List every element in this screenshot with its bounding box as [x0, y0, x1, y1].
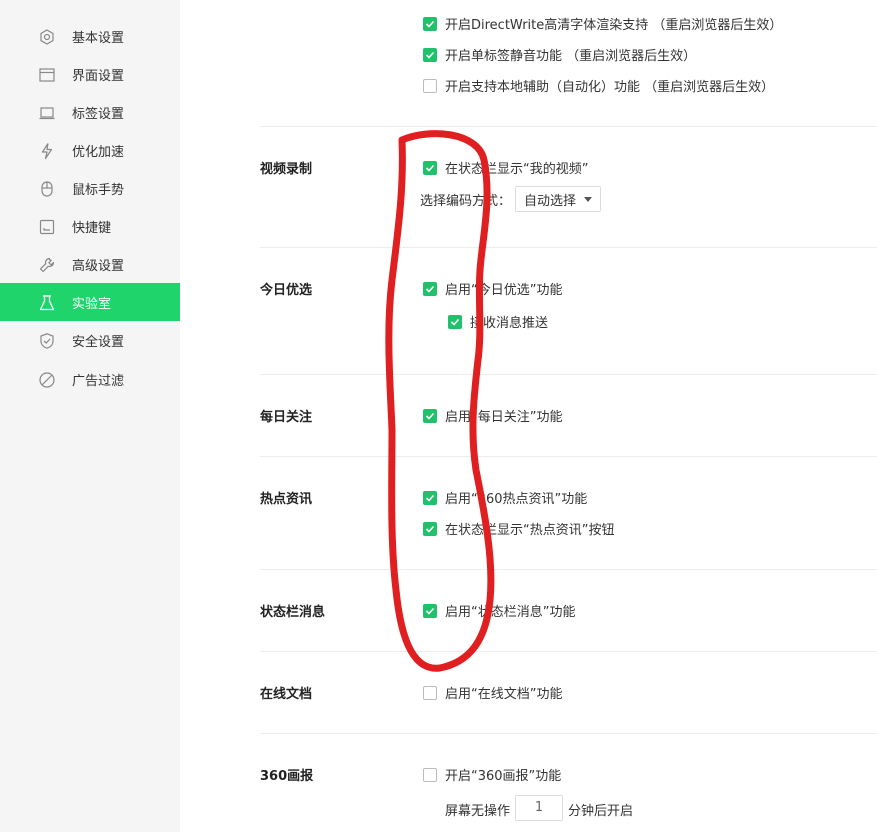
sidebar-item-shortcuts[interactable]: 快捷键	[0, 207, 180, 245]
sidebar-item-basic[interactable]: 基本设置	[0, 17, 180, 55]
section-divider	[260, 247, 877, 248]
section-divider	[260, 651, 877, 652]
section-divider	[260, 374, 877, 375]
docs-enable-checkbox[interactable]: 启用“在线文档”功能	[423, 683, 562, 702]
checkbox-checked-icon[interactable]	[448, 314, 462, 329]
directwrite-checkbox[interactable]: 开启DirectWrite高清字体渲染支持 （重启浏览器后生效）	[423, 14, 782, 33]
hot-enable-checkbox[interactable]: 启用“360热点资讯”功能	[423, 488, 587, 507]
section-title-today: 今日优选	[260, 283, 313, 298]
today-push-checkbox[interactable]: 接收消息推送	[448, 312, 548, 331]
section-title-hot: 热点资讯	[260, 492, 313, 507]
section-title-video: 视频录制	[260, 162, 313, 177]
today-enable-checkbox[interactable]: 启用“今日优选”功能	[423, 279, 562, 298]
section-divider	[260, 126, 877, 127]
checkbox-checked-icon[interactable]	[423, 160, 437, 175]
hot-statusbar-checkbox[interactable]: 在状态栏显示“热点资讯”按钮	[423, 519, 614, 538]
checkbox-checked-icon[interactable]	[423, 603, 437, 618]
block-icon	[38, 371, 56, 389]
idle-minutes-input[interactable]: 1	[515, 795, 563, 821]
video-statusbar-checkbox[interactable]: 在状态栏显示“我的视频”	[423, 158, 588, 177]
checkbox-checked-icon[interactable]	[423, 521, 437, 536]
sidebar-item-ui[interactable]: 界面设置	[0, 55, 180, 93]
section-title-status: 状态栏消息	[260, 605, 326, 620]
settings-sidebar: 基本设置 界面设置 标签设置 优化加速 鼠标手势 快捷键 高级设置 实验室 安全…	[0, 0, 180, 832]
sidebar-item-mouse[interactable]: 鼠标手势	[0, 169, 180, 207]
checkbox-checked-icon[interactable]	[423, 16, 437, 31]
section-divider	[260, 456, 877, 457]
daily-enable-checkbox[interactable]: 启用“每日关注”功能	[423, 406, 562, 425]
idle-prefix-label: 屏幕无操作	[445, 804, 511, 819]
shield-icon	[38, 332, 56, 350]
checkbox-checked-icon[interactable]	[423, 47, 437, 62]
sidebar-item-advanced[interactable]: 高级设置	[0, 245, 180, 283]
idle-suffix-label: 分钟后开启	[568, 804, 634, 819]
settings-content: 开启DirectWrite高清字体渲染支持 （重启浏览器后生效） 开启单标签静音…	[180, 0, 877, 832]
sidebar-item-tabs[interactable]: 标签设置	[0, 93, 180, 131]
chevron-down-icon	[584, 196, 593, 202]
section-divider	[260, 569, 877, 570]
checkbox-checked-icon[interactable]	[423, 490, 437, 505]
sidebar-item-optimize[interactable]: 优化加速	[0, 131, 180, 169]
keyboard-icon	[38, 218, 56, 236]
encode-label: 选择编码方式：	[420, 194, 512, 209]
section-title-pictorial: 360画报	[260, 769, 314, 784]
flask-icon	[38, 294, 56, 312]
sidebar-item-adblock[interactable]: 广告过滤	[0, 360, 180, 398]
sidebar-item-lab[interactable]: 实验室	[0, 283, 180, 321]
checkbox-checked-icon[interactable]	[423, 281, 437, 296]
lightning-icon	[38, 142, 56, 160]
checkbox-unchecked-icon[interactable]	[423, 767, 437, 782]
sidebar-item-security[interactable]: 安全设置	[0, 321, 180, 359]
checkbox-checked-icon[interactable]	[423, 408, 437, 423]
checkbox-unchecked-icon[interactable]	[423, 78, 437, 93]
wrench-icon	[38, 256, 56, 274]
encode-select[interactable]: 自动选择	[515, 186, 602, 212]
window-icon	[38, 66, 56, 84]
mouse-icon	[38, 180, 56, 198]
tab-mute-checkbox[interactable]: 开启单标签静音功能 （重启浏览器后生效）	[423, 45, 696, 64]
pictorial-enable-checkbox[interactable]: 开启“360画报”功能	[423, 765, 561, 784]
local-automation-checkbox[interactable]: 开启支持本地辅助（自动化）功能 （重启浏览器后生效）	[423, 76, 774, 95]
section-title-daily: 每日关注	[260, 410, 313, 425]
status-enable-checkbox[interactable]: 启用“状态栏消息”功能	[423, 601, 575, 620]
section-title-docs: 在线文档	[260, 687, 313, 702]
gear-icon	[38, 28, 56, 46]
checkbox-unchecked-icon[interactable]	[423, 685, 437, 700]
section-divider	[260, 733, 877, 734]
tab-icon	[38, 104, 56, 122]
